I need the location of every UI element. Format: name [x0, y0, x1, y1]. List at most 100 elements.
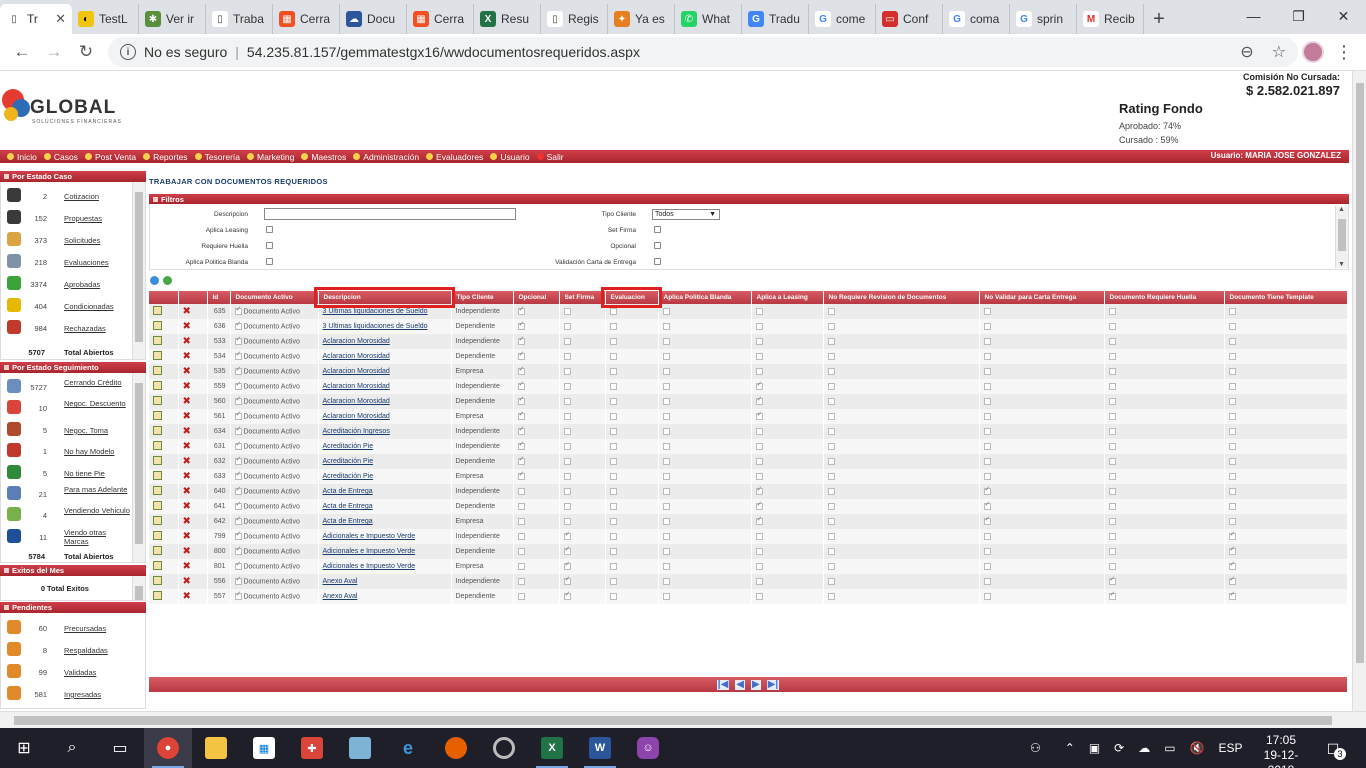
browser-tab[interactable]: ✱ Ver ir — [139, 4, 206, 34]
menu-item-casos[interactable]: Casos — [43, 152, 78, 162]
delete-icon[interactable]: ✖ — [183, 501, 191, 512]
panel-row-link[interactable]: Viendo otras Marcas — [64, 528, 130, 546]
edit-icon[interactable] — [153, 531, 162, 540]
browser-tab[interactable]: Gcoma — [943, 4, 1010, 34]
first-page-icon[interactable]: |◀ — [716, 679, 730, 690]
delete-icon[interactable]: ✖ — [183, 381, 191, 392]
delete-icon[interactable]: ✖ — [183, 531, 191, 542]
show-hidden-icon[interactable]: ⌃ — [1065, 741, 1075, 755]
browser-tab[interactable]: ☁ Docu — [340, 4, 407, 34]
edit-icon[interactable] — [153, 486, 162, 495]
descripcion-link[interactable]: Adicionales e Impuesto Verde — [323, 533, 416, 540]
search-icon[interactable]: ⌕ — [48, 728, 96, 768]
last-page-icon[interactable]: ▶| — [766, 679, 780, 690]
browser-tab[interactable]: ▯ Traba — [206, 4, 273, 34]
prev-page-icon[interactable]: ◀ — [735, 679, 745, 690]
descripcion-link[interactable]: Aclaracion Morosidad — [323, 398, 390, 405]
excel-icon[interactable]: X — [528, 728, 576, 768]
browser-tab[interactable]: ▯ Regis — [541, 4, 608, 34]
edge-icon[interactable]: e — [384, 728, 432, 768]
descripcion-link[interactable]: Adicionales e Impuesto Verde — [323, 563, 416, 570]
edit-icon[interactable] — [153, 381, 162, 390]
edit-icon[interactable] — [153, 321, 162, 330]
descripcion-link[interactable]: Acreditación Pie — [323, 443, 374, 450]
filtros-header[interactable]: Filtros — [149, 194, 1349, 204]
gift-app-icon[interactable]: ✚ — [288, 728, 336, 768]
panel-row-link[interactable]: Cerrando Crédito — [64, 378, 130, 387]
menu-item-evaluadores[interactable]: Evaluadores — [426, 152, 483, 162]
validacion-carta-checkbox[interactable] — [654, 258, 661, 265]
browser-menu-icon[interactable]: ⋮ — [1335, 42, 1353, 63]
panel-row[interactable]: 8 Respaldadas — [1, 639, 133, 661]
panel-row[interactable]: 11 Viendo otras Marcas — [1, 526, 133, 548]
delete-icon[interactable]: ✖ — [183, 546, 191, 557]
panel-row-link[interactable]: Validadas — [64, 668, 130, 677]
people-icon[interactable]: ⚇ — [1030, 741, 1041, 755]
panel-scrollbar[interactable] — [132, 182, 145, 359]
column-header[interactable]: Opcional — [513, 291, 560, 304]
edit-icon[interactable] — [153, 306, 162, 315]
menu-item-postventa[interactable]: Post Venta — [84, 152, 136, 162]
close-window-button[interactable]: ✕ — [1321, 0, 1366, 32]
menu-item-inicio[interactable]: Inicio — [7, 152, 37, 162]
panel-row[interactable]: 3374 Aprobadas — [1, 273, 133, 295]
bookmark-star-icon[interactable]: ☆ — [1272, 42, 1286, 62]
menu-item-marketing[interactable]: Marketing — [247, 152, 294, 162]
panel-row[interactable]: 2 Cotizacion — [1, 185, 133, 207]
browser-tab[interactable]: ▦ Cerra — [407, 4, 474, 34]
edit-icon[interactable] — [153, 501, 162, 510]
page-vertical-scrollbar[interactable] — [1352, 71, 1366, 711]
column-header[interactable]: Documento Activo — [230, 291, 319, 304]
descripcion-link[interactable]: Acta de Entrega — [323, 488, 373, 495]
task-view-icon[interactable]: ▭ — [96, 728, 144, 768]
panel-row-link[interactable]: Evaluaciones — [64, 258, 130, 267]
panel-row[interactable]: 99 Validadas — [1, 661, 133, 683]
menu-item-salir[interactable]: Salir — [536, 152, 564, 162]
delete-icon[interactable]: ✖ — [183, 336, 191, 347]
new-tab-button[interactable]: + — [1144, 4, 1174, 34]
panel-row-link[interactable]: No tiene Pie — [64, 469, 130, 478]
delete-icon[interactable]: ✖ — [183, 396, 191, 407]
delete-icon[interactable]: ✖ — [183, 576, 191, 587]
opcional-checkbox[interactable] — [654, 242, 661, 249]
descripcion-link[interactable]: Acta de Entrega — [323, 503, 373, 510]
edit-icon[interactable] — [153, 546, 162, 555]
descripcion-link[interactable]: Adicionales e Impuesto Verde — [323, 548, 416, 555]
set-firma-checkbox[interactable] — [654, 226, 661, 233]
edit-icon[interactable] — [153, 561, 162, 570]
panel-row-link[interactable]: Negoc. Descuento — [64, 399, 130, 408]
taskbar-clock[interactable]: 17:05 19-12-2018 — [1254, 733, 1308, 768]
next-page-icon[interactable]: ▶ — [751, 679, 761, 690]
delete-icon[interactable]: ✖ — [183, 456, 191, 467]
panel-row[interactable]: 581 Ingresadas — [1, 683, 133, 705]
descripcion-link[interactable]: Aclaracion Morosidad — [323, 353, 390, 360]
minimize-button[interactable]: — — [1231, 0, 1276, 32]
delete-icon[interactable]: ✖ — [183, 561, 191, 572]
column-header[interactable]: Aplica a Leasing — [751, 291, 824, 304]
delete-icon[interactable]: ✖ — [183, 411, 191, 422]
delete-icon[interactable]: ✖ — [183, 321, 191, 332]
edit-icon[interactable] — [153, 366, 162, 375]
browser-tab[interactable]: ✦ Ya es — [608, 4, 675, 34]
panel-row[interactable]: 60 Precursadas — [1, 617, 133, 639]
delete-icon[interactable]: ✖ — [183, 441, 191, 452]
descripcion-link[interactable]: Anexo Aval — [323, 578, 358, 585]
descripcion-link[interactable]: Aclaracion Morosidad — [323, 368, 390, 375]
delete-icon[interactable]: ✖ — [183, 591, 191, 602]
edit-icon[interactable] — [153, 471, 162, 480]
power-icon[interactable]: ▭ — [1164, 741, 1175, 755]
edit-icon[interactable] — [153, 396, 162, 405]
descripcion-link[interactable]: Acreditación Pie — [323, 473, 374, 480]
descripcion-link[interactable]: Acta de Entrega — [323, 518, 373, 525]
panel-row-link[interactable]: Solicitudes — [64, 236, 130, 245]
panel-row[interactable]: 218 Evaluaciones — [1, 251, 133, 273]
panel-row[interactable]: 404 Condicionadas — [1, 295, 133, 317]
panel-row-link[interactable]: Respaldadas — [64, 646, 130, 655]
browser-tab[interactable]: ▯ Tr ✕ — [0, 4, 72, 34]
network-icon[interactable]: ▣ — [1089, 741, 1100, 755]
volume-icon[interactable]: 🔇 — [1190, 741, 1205, 755]
refresh-icon[interactable] — [150, 276, 159, 285]
back-icon[interactable]: ← — [6, 36, 38, 68]
sync-icon[interactable]: ⟳ — [1114, 741, 1124, 755]
delete-icon[interactable]: ✖ — [183, 516, 191, 527]
